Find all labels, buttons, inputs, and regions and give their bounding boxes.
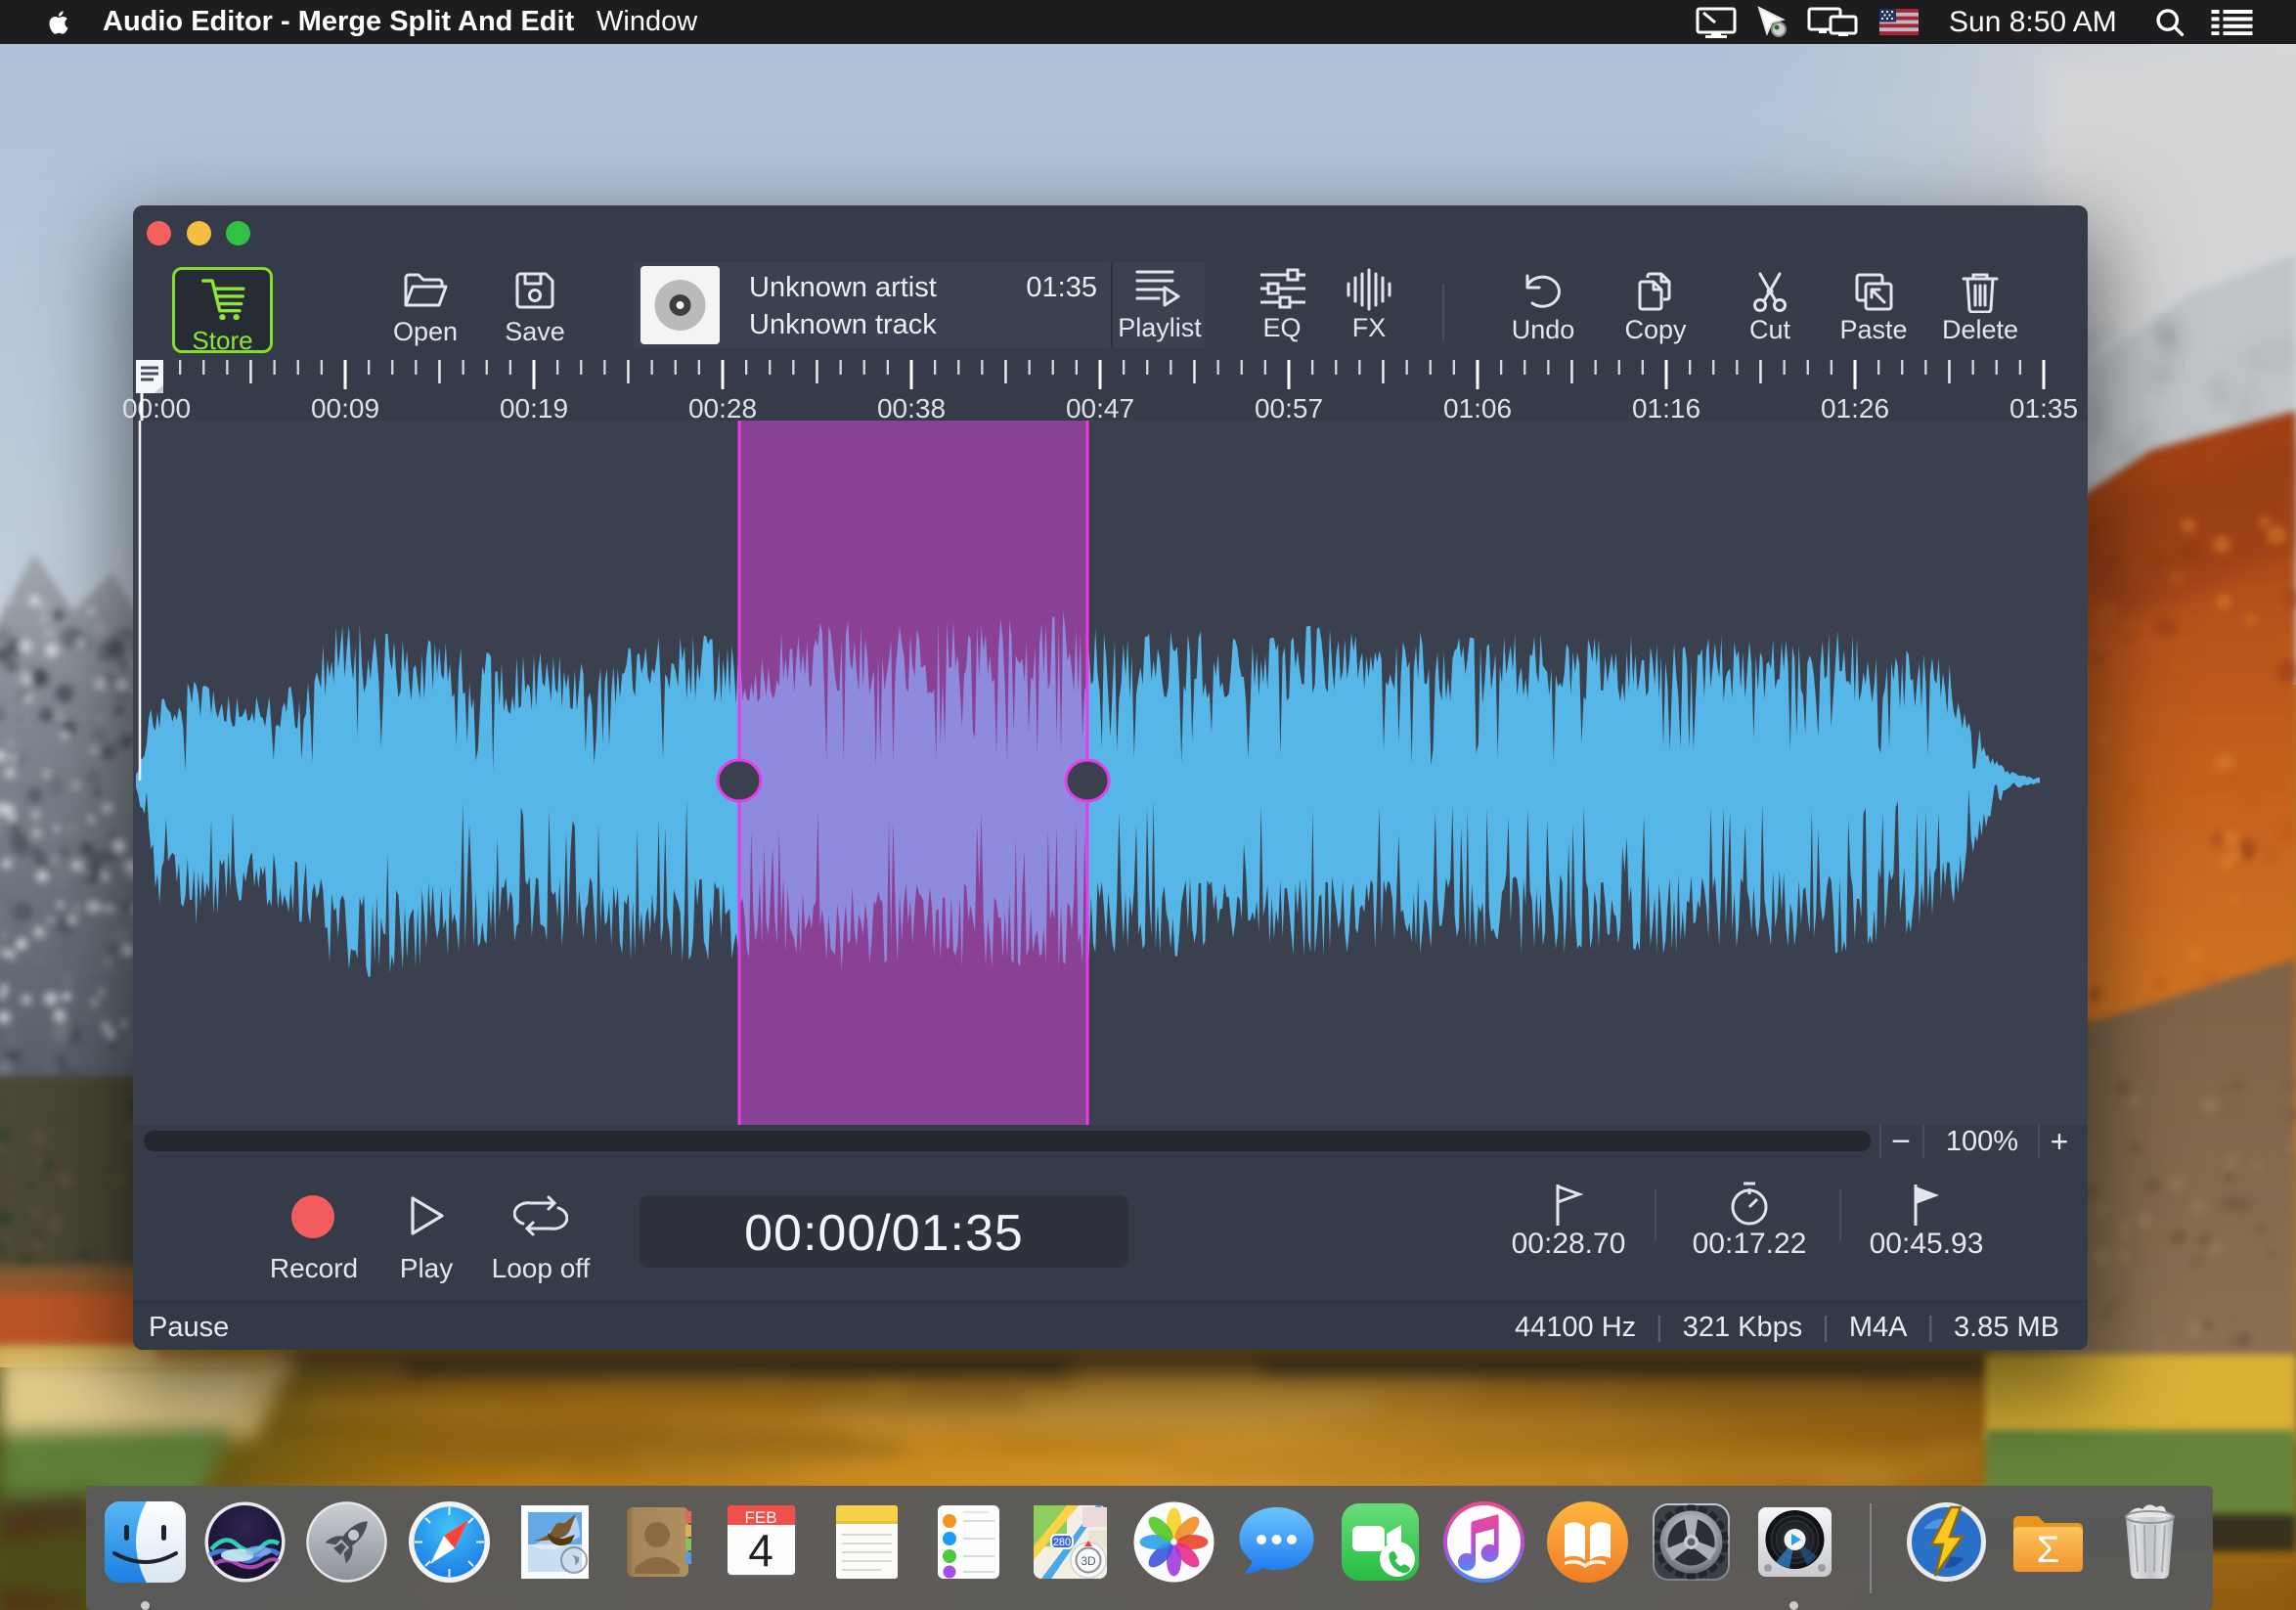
svg-text:Σ: Σ (2037, 1530, 2060, 1571)
svg-text:4: 4 (748, 1525, 773, 1576)
svg-text:3D: 3D (1081, 1554, 1096, 1568)
svg-text:280: 280 (1053, 1537, 1071, 1548)
